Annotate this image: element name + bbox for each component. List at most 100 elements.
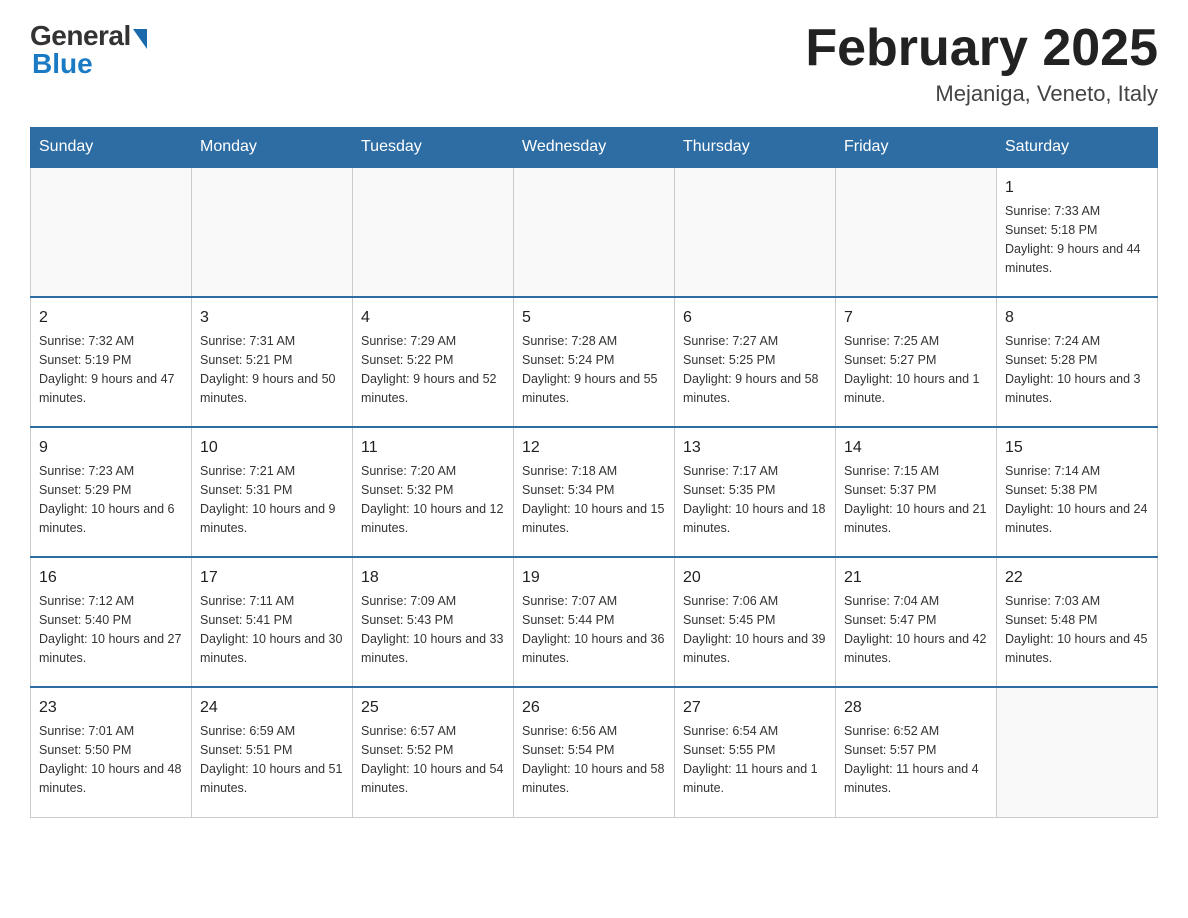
weekday-header-saturday: Saturday (997, 128, 1158, 168)
day-number: 22 (1005, 566, 1149, 589)
week-row-5: 23 Sunrise: 7:01 AMSunset: 5:50 PMDayligh… (31, 687, 1158, 817)
day-info: Sunrise: 6:57 AMSunset: 5:52 PMDaylight:… (361, 724, 503, 794)
week-row-3: 9 Sunrise: 7:23 AMSunset: 5:29 PMDaylight… (31, 427, 1158, 557)
day-number: 7 (844, 306, 988, 329)
day-number: 3 (200, 306, 344, 329)
day-info: Sunrise: 7:23 AMSunset: 5:29 PMDaylight:… (39, 464, 175, 534)
day-number: 2 (39, 306, 183, 329)
page-header: General Blue February 2025 Mejaniga, Ven… (30, 20, 1158, 107)
calendar-cell: 22 Sunrise: 7:03 AMSunset: 5:48 PMDayligh… (997, 557, 1158, 687)
day-number: 24 (200, 696, 344, 719)
day-info: Sunrise: 7:27 AMSunset: 5:25 PMDaylight:… (683, 334, 819, 404)
day-info: Sunrise: 7:06 AMSunset: 5:45 PMDaylight:… (683, 594, 825, 664)
calendar-cell: 23 Sunrise: 7:01 AMSunset: 5:50 PMDayligh… (31, 687, 192, 817)
calendar-cell: 24 Sunrise: 6:59 AMSunset: 5:51 PMDayligh… (192, 687, 353, 817)
calendar-cell: 19 Sunrise: 7:07 AMSunset: 5:44 PMDayligh… (514, 557, 675, 687)
calendar-cell: 13 Sunrise: 7:17 AMSunset: 5:35 PMDayligh… (675, 427, 836, 557)
day-info: Sunrise: 7:03 AMSunset: 5:48 PMDaylight:… (1005, 594, 1147, 664)
day-info: Sunrise: 7:09 AMSunset: 5:43 PMDaylight:… (361, 594, 503, 664)
logo-blue-text: Blue (30, 48, 93, 80)
day-number: 6 (683, 306, 827, 329)
day-info: Sunrise: 7:18 AMSunset: 5:34 PMDaylight:… (522, 464, 664, 534)
day-info: Sunrise: 7:17 AMSunset: 5:35 PMDaylight:… (683, 464, 825, 534)
day-info: Sunrise: 7:25 AMSunset: 5:27 PMDaylight:… (844, 334, 980, 404)
calendar-cell: 3 Sunrise: 7:31 AMSunset: 5:21 PMDaylight… (192, 297, 353, 427)
calendar-cell: 1Sunrise: 7:33 AMSunset: 5:18 PMDaylight… (997, 167, 1158, 297)
calendar-cell: 26Sunrise: 6:56 AMSunset: 5:54 PMDayligh… (514, 687, 675, 817)
day-info: Sunrise: 7:15 AMSunset: 5:37 PMDaylight:… (844, 464, 986, 534)
weekday-header-monday: Monday (192, 128, 353, 168)
calendar-cell (836, 167, 997, 297)
calendar-cell: 12Sunrise: 7:18 AMSunset: 5:34 PMDayligh… (514, 427, 675, 557)
calendar-cell: 5Sunrise: 7:28 AMSunset: 5:24 PMDaylight… (514, 297, 675, 427)
calendar-cell: 7 Sunrise: 7:25 AMSunset: 5:27 PMDaylight… (836, 297, 997, 427)
weekday-header-thursday: Thursday (675, 128, 836, 168)
calendar-cell: 21 Sunrise: 7:04 AMSunset: 5:47 PMDayligh… (836, 557, 997, 687)
calendar-cell: 10 Sunrise: 7:21 AMSunset: 5:31 PMDayligh… (192, 427, 353, 557)
day-number: 14 (844, 436, 988, 459)
calendar-cell: 27Sunrise: 6:54 AMSunset: 5:55 PMDayligh… (675, 687, 836, 817)
day-info: Sunrise: 7:12 AMSunset: 5:40 PMDaylight:… (39, 594, 181, 664)
day-number: 11 (361, 436, 505, 459)
day-info: Sunrise: 7:21 AMSunset: 5:31 PMDaylight:… (200, 464, 336, 534)
day-number: 18 (361, 566, 505, 589)
calendar-cell: 6 Sunrise: 7:27 AMSunset: 5:25 PMDaylight… (675, 297, 836, 427)
day-number: 4 (361, 306, 505, 329)
calendar-cell: 20 Sunrise: 7:06 AMSunset: 5:45 PMDayligh… (675, 557, 836, 687)
calendar-cell: 11 Sunrise: 7:20 AMSunset: 5:32 PMDayligh… (353, 427, 514, 557)
day-number: 9 (39, 436, 183, 459)
day-info: Sunrise: 7:14 AMSunset: 5:38 PMDaylight:… (1005, 464, 1147, 534)
calendar-cell: 15 Sunrise: 7:14 AMSunset: 5:38 PMDayligh… (997, 427, 1158, 557)
weekday-header-row: SundayMondayTuesdayWednesdayThursdayFrid… (31, 128, 1158, 168)
day-info: Sunrise: 6:59 AMSunset: 5:51 PMDaylight:… (200, 724, 342, 794)
day-info: Sunrise: 6:54 AMSunset: 5:55 PMDaylight:… (683, 724, 818, 794)
day-info: Sunrise: 7:01 AMSunset: 5:50 PMDaylight:… (39, 724, 181, 794)
week-row-1: 1Sunrise: 7:33 AMSunset: 5:18 PMDaylight… (31, 167, 1158, 297)
day-info: Sunrise: 7:32 AMSunset: 5:19 PMDaylight:… (39, 334, 175, 404)
calendar-table: SundayMondayTuesdayWednesdayThursdayFrid… (30, 127, 1158, 818)
day-number: 26 (522, 696, 666, 719)
day-number: 15 (1005, 436, 1149, 459)
calendar-cell: 14 Sunrise: 7:15 AMSunset: 5:37 PMDayligh… (836, 427, 997, 557)
calendar-cell (192, 167, 353, 297)
week-row-4: 16 Sunrise: 7:12 AMSunset: 5:40 PMDayligh… (31, 557, 1158, 687)
day-info: Sunrise: 7:33 AMSunset: 5:18 PMDaylight:… (1005, 204, 1141, 274)
calendar-cell: 18 Sunrise: 7:09 AMSunset: 5:43 PMDayligh… (353, 557, 514, 687)
calendar-cell (353, 167, 514, 297)
location: Mejaniga, Veneto, Italy (805, 81, 1158, 107)
calendar-cell: 4 Sunrise: 7:29 AMSunset: 5:22 PMDaylight… (353, 297, 514, 427)
calendar-cell (675, 167, 836, 297)
day-number: 23 (39, 696, 183, 719)
calendar-cell: 8 Sunrise: 7:24 AMSunset: 5:28 PMDaylight… (997, 297, 1158, 427)
weekday-header-wednesday: Wednesday (514, 128, 675, 168)
day-number: 10 (200, 436, 344, 459)
weekday-header-sunday: Sunday (31, 128, 192, 168)
day-number: 8 (1005, 306, 1149, 329)
day-number: 16 (39, 566, 183, 589)
day-info: Sunrise: 7:07 AMSunset: 5:44 PMDaylight:… (522, 594, 664, 664)
day-number: 19 (522, 566, 666, 589)
day-info: Sunrise: 7:28 AMSunset: 5:24 PMDaylight:… (522, 334, 658, 404)
title-area: February 2025 Mejaniga, Veneto, Italy (805, 20, 1158, 107)
day-number: 21 (844, 566, 988, 589)
day-info: Sunrise: 6:52 AMSunset: 5:57 PMDaylight:… (844, 724, 979, 794)
day-number: 20 (683, 566, 827, 589)
calendar-cell (31, 167, 192, 297)
calendar-cell: 9 Sunrise: 7:23 AMSunset: 5:29 PMDaylight… (31, 427, 192, 557)
day-info: Sunrise: 7:24 AMSunset: 5:28 PMDaylight:… (1005, 334, 1141, 404)
day-info: Sunrise: 7:04 AMSunset: 5:47 PMDaylight:… (844, 594, 986, 664)
day-number: 28 (844, 696, 988, 719)
calendar-cell (997, 687, 1158, 817)
day-info: Sunrise: 7:29 AMSunset: 5:22 PMDaylight:… (361, 334, 497, 404)
weekday-header-tuesday: Tuesday (353, 128, 514, 168)
calendar-cell: 28 Sunrise: 6:52 AMSunset: 5:57 PMDayligh… (836, 687, 997, 817)
logo: General Blue (30, 20, 147, 80)
day-number: 17 (200, 566, 344, 589)
calendar-cell (514, 167, 675, 297)
day-number: 13 (683, 436, 827, 459)
calendar-cell: 25Sunrise: 6:57 AMSunset: 5:52 PMDayligh… (353, 687, 514, 817)
calendar-cell: 2 Sunrise: 7:32 AMSunset: 5:19 PMDaylight… (31, 297, 192, 427)
month-title: February 2025 (805, 20, 1158, 77)
day-info: Sunrise: 7:20 AMSunset: 5:32 PMDaylight:… (361, 464, 503, 534)
day-info: Sunrise: 7:31 AMSunset: 5:21 PMDaylight:… (200, 334, 336, 404)
